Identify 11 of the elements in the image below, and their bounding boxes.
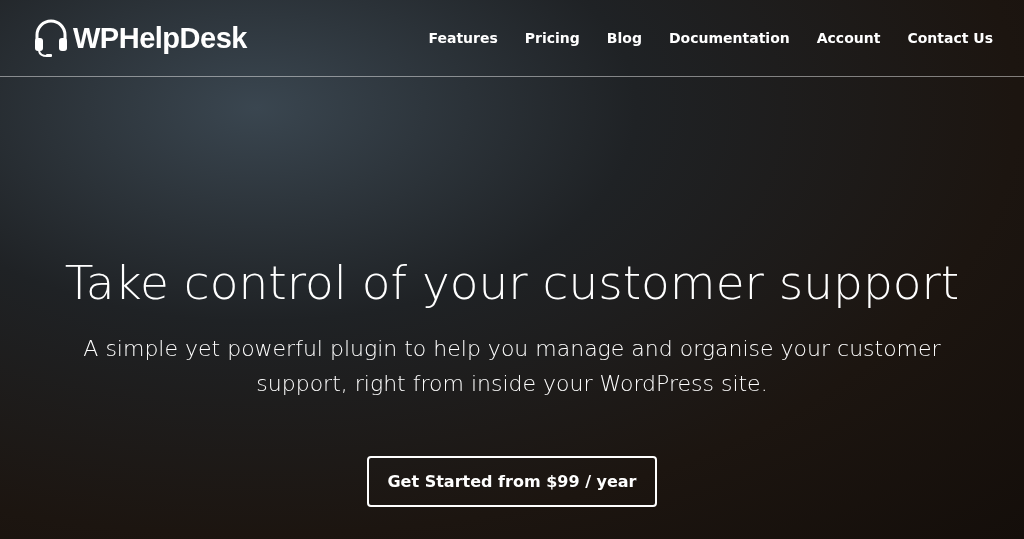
hero-title: Take control of your customer support bbox=[64, 254, 960, 312]
nav-link[interactable]: Documentation bbox=[668, 30, 790, 46]
nav-link[interactable]: Contact Us bbox=[907, 30, 993, 46]
logo-text[interactable]: WPHelpDesk bbox=[73, 21, 247, 55]
nav-link[interactable]: Account bbox=[816, 30, 881, 46]
get-started-button[interactable]: Get Started from $99 / year bbox=[367, 456, 657, 507]
headphones-icon bbox=[32, 18, 70, 58]
hero-subtitle: A simple yet powerful plugin to help you manage and organise your customer support, right from inside your WordPress site. bbox=[82, 335, 942, 398]
nav-link[interactable]: Pricing bbox=[524, 30, 580, 46]
nav-link[interactable]: Blog bbox=[606, 30, 642, 46]
nav-link[interactable]: Features bbox=[428, 30, 498, 46]
